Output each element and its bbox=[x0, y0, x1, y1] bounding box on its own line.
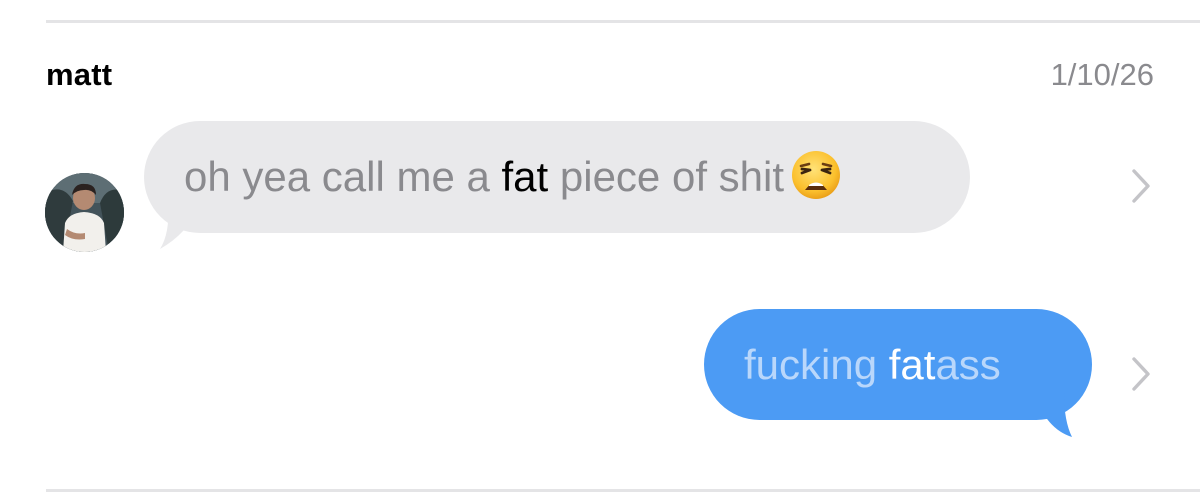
message-highlight-text: fat bbox=[888, 340, 936, 388]
top-divider bbox=[46, 20, 1200, 23]
weary-face-emoji-icon bbox=[790, 149, 842, 201]
avatar-photo-icon bbox=[45, 173, 124, 252]
incoming-message-bubble[interactable]: oh yea call me a fat piece of shit bbox=[144, 121, 970, 233]
sender-avatar[interactable] bbox=[45, 173, 124, 252]
message-date: 1/10/26 bbox=[1050, 57, 1154, 92]
outgoing-bubble-tail bbox=[1034, 393, 1072, 437]
message-text-part: piece of shit bbox=[548, 153, 785, 200]
incoming-bubble-tail bbox=[160, 205, 200, 249]
sender-name: matt bbox=[46, 57, 113, 92]
message-text-part: oh yea call me a bbox=[184, 153, 502, 200]
chevron-right-icon[interactable] bbox=[1130, 355, 1152, 393]
bottom-divider bbox=[46, 489, 1200, 492]
message-text-part: ass bbox=[935, 340, 1001, 388]
message-text-part: fucking bbox=[744, 340, 889, 388]
message-highlight-text: fat bbox=[501, 153, 549, 200]
chevron-right-icon[interactable] bbox=[1130, 167, 1152, 205]
